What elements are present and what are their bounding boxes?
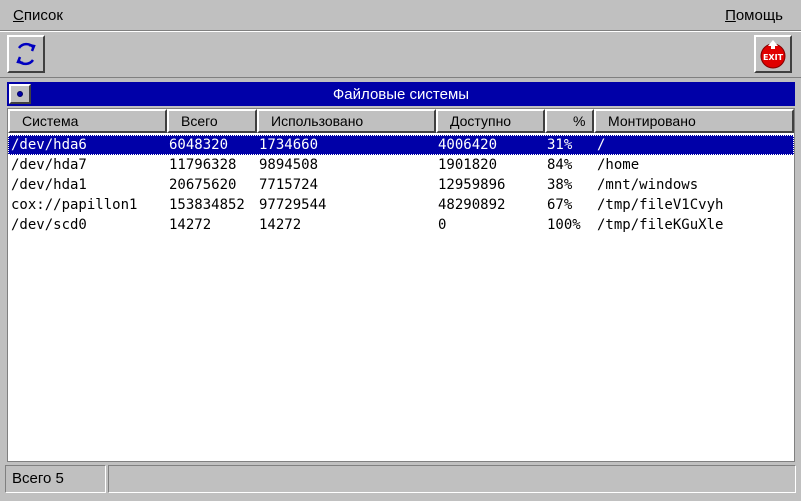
cell-available: 0 (438, 217, 447, 233)
column-header-percent[interactable]: % (545, 109, 594, 133)
cell-total: 14272 (169, 217, 212, 233)
cell-total: 11796328 (169, 157, 237, 173)
menu-list[interactable]: Список (13, 7, 63, 24)
cell-available: 1901820 (438, 157, 498, 173)
menu-list-mnemonic: С (13, 6, 24, 24)
table-row[interactable]: /dev/hda7 11796328 9894508 1901820 84% /home (8, 155, 794, 175)
status-bar: Всего 5 (0, 465, 801, 501)
filesystems-window: Список Помощь EXIT Файловые системы Сист… (0, 0, 801, 501)
cell-percent: 31% (547, 137, 573, 153)
menu-list-label: писок (23, 6, 63, 24)
toolbar: EXIT (0, 30, 801, 78)
cell-percent: 84% (547, 157, 573, 173)
cell-percent: 38% (547, 177, 573, 193)
menu-help-mnemonic: П (725, 6, 736, 24)
refresh-button[interactable] (7, 35, 45, 73)
exit-label: EXIT (763, 53, 784, 62)
cell-used: 7715724 (259, 177, 319, 193)
menu-bar: Список Помощь (0, 0, 801, 30)
status-total: Всего 5 (5, 465, 106, 493)
table-row[interactable]: /dev/hda6 6048320 1734660 4006420 31% / (8, 135, 794, 155)
cell-total: 6048320 (169, 137, 229, 153)
column-header-used[interactable]: Использовано (257, 109, 436, 133)
cell-system: /dev/hda1 (11, 177, 87, 193)
exit-icon: EXIT (760, 40, 786, 69)
menu-help[interactable]: Помощь (725, 7, 783, 24)
column-header-mounted[interactable]: Монтировано (594, 109, 794, 133)
table-row[interactable]: /dev/scd0 14272 14272 0 100% /tmp/fileKGuXle (8, 215, 794, 235)
cell-available: 4006420 (438, 137, 498, 153)
cell-percent: 100% (547, 217, 581, 233)
cell-used: 1734660 (259, 137, 319, 153)
cell-system: /dev/scd0 (11, 217, 87, 233)
cell-mounted: /mnt/windows (597, 177, 699, 193)
cell-system: /dev/hda7 (11, 157, 87, 173)
cell-used: 97729544 (259, 197, 327, 213)
cell-available: 48290892 (438, 197, 506, 213)
exit-button[interactable]: EXIT (754, 35, 792, 73)
cell-mounted: /home (597, 157, 640, 173)
cell-available: 12959896 (438, 177, 506, 193)
panel-menu-button[interactable] (9, 84, 31, 104)
table-row[interactable]: /dev/hda1 20675620 7715724 12959896 38% /mnt/… (8, 175, 794, 195)
cell-mounted: /tmp/fileV1Cvyh (597, 197, 724, 213)
cell-total: 153834852 (169, 197, 245, 213)
cell-mounted: / (597, 137, 606, 153)
cell-mounted: /tmp/fileKGuXle (597, 217, 724, 233)
panel-title: Файловые системы (7, 82, 795, 106)
table-row[interactable]: cox://papillon1 153834852 97729544 48290892… (8, 195, 794, 215)
table-body: /dev/hda6 6048320 1734660 4006420 31% //dev/h… (8, 135, 794, 235)
column-header-total[interactable]: Всего (167, 109, 257, 133)
cell-system: /dev/hda6 (11, 137, 87, 153)
cell-total: 20675620 (169, 177, 237, 193)
status-secondary (108, 465, 796, 493)
cell-used: 14272 (259, 217, 302, 233)
cell-system: cox://papillon1 (11, 197, 138, 213)
table-header: Система Всего Использовано Доступно % Мо… (8, 109, 794, 133)
refresh-icon (16, 42, 36, 66)
menu-help-label: омощь (735, 6, 783, 24)
panel-menu-icon (17, 91, 23, 97)
cell-used: 9894508 (259, 157, 319, 173)
column-header-available[interactable]: Доступно (436, 109, 545, 133)
filesystems-table: Система Всего Использовано Доступно % Мо… (7, 108, 795, 462)
cell-percent: 67% (547, 197, 573, 213)
column-header-system[interactable]: Система (8, 109, 167, 133)
panel-title-text: Файловые системы (332, 85, 470, 103)
